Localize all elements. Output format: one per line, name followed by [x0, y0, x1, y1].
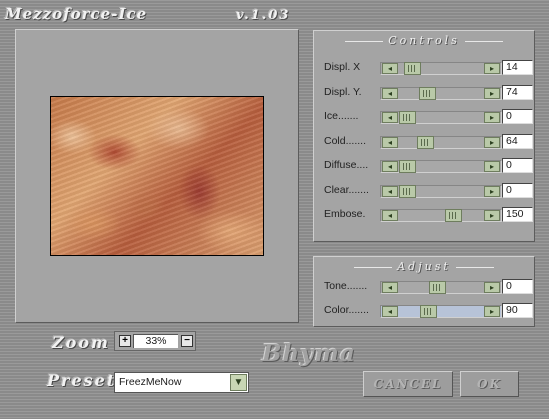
slider-thumb[interactable]	[429, 281, 447, 294]
controls-heading: Controls	[388, 34, 460, 47]
slider-thumb[interactable]	[403, 62, 421, 75]
zoom-out-button[interactable]: −	[181, 335, 193, 347]
slider-thumb[interactable]	[419, 86, 437, 100]
zoom-control: + 33% −	[114, 331, 196, 351]
value-field-embose[interactable]: 150	[502, 207, 533, 222]
slider-label-displ-y: Displ. Y.	[324, 85, 362, 98]
arrow-right-icon[interactable]: ▸	[484, 210, 500, 221]
arrow-left-icon[interactable]: ◂	[382, 63, 398, 74]
value-field-ice[interactable]: 0	[502, 109, 533, 124]
slider-label-cold: Cold.......	[324, 134, 367, 147]
zoom-value: 33%	[133, 334, 178, 348]
arrow-left-icon[interactable]: ◂	[382, 282, 398, 293]
slider-row: Color....... ◂ ▸ 90	[322, 302, 533, 318]
zoom-label: Zoom	[52, 333, 110, 352]
slider-thumb[interactable]	[399, 160, 416, 173]
preset-dropdown[interactable]: FreezMeNow ▼	[114, 372, 249, 393]
cancel-button[interactable]: CANCEL	[363, 371, 453, 397]
slider-displ-y[interactable]: ◂ ▸	[380, 86, 502, 100]
value-field-tone[interactable]: 0	[502, 279, 533, 294]
preview-image[interactable]	[50, 96, 264, 256]
slider-label-ice: Ice.......	[324, 110, 359, 122]
arrow-left-icon[interactable]: ◂	[382, 112, 398, 123]
arrow-left-icon[interactable]: ◂	[382, 161, 398, 172]
ok-button[interactable]: OK	[460, 371, 519, 397]
value-field-cold[interactable]: 64	[502, 133, 533, 149]
divider	[455, 266, 494, 268]
divider	[345, 40, 384, 42]
slider-label-clear: Clear.......	[324, 183, 369, 196]
slider-label-tone: Tone.......	[324, 280, 368, 292]
slider-row: Ice....... ◂ ▸ 0	[322, 108, 533, 124]
app-version: v.1.03	[236, 8, 291, 23]
slider-row: Embose. ◂ ▸ 150	[322, 206, 533, 222]
brand-logo: Bhyma	[262, 340, 356, 367]
slider-clear[interactable]: ◂ ▸	[380, 184, 502, 198]
value-field-diffuse[interactable]: 0	[502, 158, 533, 173]
arrow-right-icon[interactable]: ▸	[484, 63, 500, 74]
slider-ice[interactable]: ◂ ▸	[380, 111, 502, 124]
zoom-in-button[interactable]: +	[119, 335, 131, 347]
value-field-displ-x[interactable]: 14	[502, 60, 533, 75]
slider-label-embose: Embose.	[324, 208, 366, 220]
slider-displ-x[interactable]: ◂ ▸	[380, 62, 502, 75]
arrow-right-icon[interactable]: ▸	[484, 282, 500, 293]
slider-row: Clear....... ◂ ▸ 0	[322, 182, 533, 198]
slider-diffuse[interactable]: ◂ ▸	[380, 160, 502, 173]
arrow-right-icon[interactable]: ▸	[484, 87, 500, 99]
arrow-right-icon[interactable]: ▸	[484, 136, 500, 148]
arrow-right-icon[interactable]: ▸	[484, 185, 500, 197]
divider	[464, 40, 503, 42]
slider-thumb[interactable]	[399, 184, 416, 198]
slider-cold[interactable]: ◂ ▸	[380, 135, 502, 149]
divider	[354, 266, 393, 268]
controls-panel: Controls Displ. X ◂ ▸ 14 Displ. Y. ◂ ▸ 74 Ice...…	[313, 30, 535, 242]
slider-tone[interactable]: ◂ ▸	[380, 281, 502, 294]
slider-thumb[interactable]	[417, 135, 435, 149]
arrow-left-icon[interactable]: ◂	[382, 87, 398, 99]
slider-thumb[interactable]	[399, 111, 416, 124]
controls-heading-wrap: Controls	[314, 34, 534, 47]
slider-embose[interactable]: ◂ ▸	[380, 209, 502, 222]
arrow-right-icon[interactable]: ▸	[484, 161, 500, 172]
adjust-heading-wrap: Adjust	[314, 260, 534, 273]
slider-label-diffuse: Diffuse....	[324, 159, 369, 171]
arrow-left-icon[interactable]: ◂	[382, 136, 398, 148]
slider-thumb[interactable]	[444, 209, 462, 222]
value-field-color[interactable]: 90	[502, 302, 533, 318]
adjust-heading: Adjust	[397, 260, 451, 273]
slider-row: Diffuse.... ◂ ▸ 0	[322, 157, 533, 173]
slider-row: Tone....... ◂ ▸ 0	[322, 278, 533, 294]
value-field-clear[interactable]: 0	[502, 182, 533, 198]
arrow-right-icon[interactable]: ▸	[484, 305, 500, 317]
app-title: Mezzoforce-Ice	[5, 5, 148, 23]
slider-label-color: Color.......	[324, 303, 369, 316]
slider-color[interactable]: ◂ ▸	[380, 304, 502, 318]
value-field-displ-y[interactable]: 74	[502, 84, 533, 100]
slider-row: Cold....... ◂ ▸ 64	[322, 133, 533, 149]
arrow-right-icon[interactable]: ▸	[484, 112, 500, 123]
preset-label: Preset	[47, 371, 117, 390]
slider-row: Displ. Y. ◂ ▸ 74	[322, 84, 533, 100]
slider-thumb[interactable]	[420, 304, 438, 318]
slider-label-displ-x: Displ. X	[324, 61, 361, 73]
arrow-left-icon[interactable]: ◂	[382, 305, 398, 317]
arrow-left-icon[interactable]: ◂	[382, 185, 398, 197]
adjust-panel: Adjust Tone....... ◂ ▸ 0 Color....... ◂ ▸ 90	[313, 256, 535, 327]
arrow-left-icon[interactable]: ◂	[382, 210, 398, 221]
slider-row: Displ. X ◂ ▸ 14	[322, 59, 533, 75]
chevron-down-icon[interactable]: ▼	[230, 374, 247, 391]
preset-selected-value: FreezMeNow	[119, 376, 182, 388]
